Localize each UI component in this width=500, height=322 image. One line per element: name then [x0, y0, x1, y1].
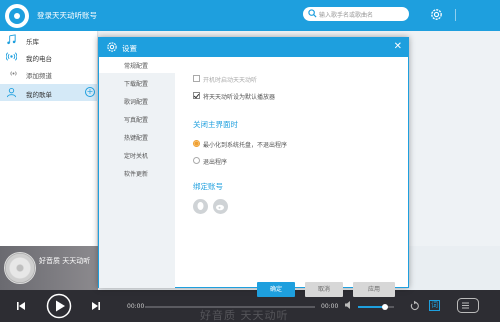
- app-header: 登录天天动听账号 输入歌手名或歌曲名: [0, 0, 500, 31]
- dialog-titlebar: 设置 ✕: [99, 38, 408, 57]
- settings-gear-icon: [107, 42, 117, 52]
- apply-button[interactable]: 应用: [353, 282, 395, 297]
- tab-general[interactable]: 常规配置: [99, 57, 175, 73]
- qq-icon[interactable]: [193, 199, 208, 214]
- sidebar-item-my-radio[interactable]: 我的电台: [0, 48, 98, 65]
- settings-dialog: 设置 ✕ 常规配置 下载配置 歌词配置 写真配置 热键配置 定时关机 软件更新 …: [98, 37, 409, 297]
- tab-software-update[interactable]: 软件更新: [99, 165, 175, 181]
- ok-button[interactable]: 确定: [257, 282, 295, 297]
- login-title[interactable]: 登录天天动听账号: [37, 10, 97, 21]
- disc-icon: [4, 252, 36, 284]
- tab-download[interactable]: 下载配置: [99, 75, 175, 91]
- exit-label: 退出程序: [203, 159, 228, 166]
- dialog-title: 设置: [122, 44, 137, 53]
- settings-gear-icon[interactable]: [429, 7, 444, 22]
- weibo-icon[interactable]: [213, 199, 228, 214]
- app-logo-icon[interactable]: [5, 4, 29, 28]
- sidebar-item-my-playlist[interactable]: 我的歌单 +: [0, 84, 98, 101]
- loop-mode-icon[interactable]: [409, 300, 421, 312]
- player-watermark-text: 好音质 天天动听: [200, 309, 289, 322]
- volume-icon[interactable]: [344, 300, 354, 310]
- tab-label: 写真配置: [124, 117, 149, 124]
- search-icon: [308, 9, 317, 18]
- bind-section-title: 绑定账号: [193, 182, 223, 191]
- previous-track-icon[interactable]: [16, 301, 26, 311]
- sidebar-item-label: 乐库: [26, 38, 39, 46]
- user-icon: [6, 88, 17, 98]
- minimize-label: 最小化到系统托盘，不退出程序: [203, 142, 288, 149]
- header-divider: [455, 9, 456, 21]
- volume-slider[interactable]: [358, 304, 394, 310]
- search-input[interactable]: 输入歌手名或歌曲名: [303, 7, 409, 21]
- tab-lyrics[interactable]: 歌词配置: [99, 93, 175, 109]
- tab-label: 常规配置: [124, 63, 149, 70]
- player-bar: 00:00 00:00 好音质 天天动听 词: [0, 290, 500, 322]
- tab-label: 歌词配置: [124, 99, 149, 106]
- music-note-icon: [7, 34, 16, 45]
- cancel-button[interactable]: 取消: [305, 282, 343, 297]
- sidebar-item-label: 添加频道: [26, 72, 52, 80]
- minimize-radio[interactable]: [193, 140, 200, 147]
- total-time: 00:00: [321, 303, 339, 310]
- default-player-checkbox[interactable]: [193, 92, 200, 99]
- sidebar-item-label: 我的歌单: [26, 91, 52, 99]
- add-playlist-button[interactable]: +: [85, 87, 95, 97]
- now-playing-text: 好音质 天天动听: [39, 257, 91, 265]
- sidebar-item-add-channel[interactable]: 添加频道: [0, 65, 98, 82]
- tab-label: 下载配置: [124, 81, 149, 88]
- sidebar-item-library[interactable]: 乐库: [0, 31, 98, 48]
- radio-small-icon: [10, 71, 17, 76]
- search-placeholder: 输入歌手名或歌曲名: [319, 12, 374, 19]
- default-player-label: 将天天动听设为默认播放器: [203, 94, 276, 101]
- exit-radio[interactable]: [193, 157, 200, 164]
- next-track-icon[interactable]: [91, 301, 101, 311]
- settings-content: 开机时启动天天动听 将天天动听设为默认播放器 关闭主界面时 最小化到系统托盘，不…: [175, 57, 408, 297]
- play-button-icon[interactable]: [46, 293, 72, 319]
- lyrics-toggle-icon[interactable]: 词: [429, 300, 440, 311]
- sidebar: 乐库 我的电台 添加频道 我的歌单 +: [0, 31, 98, 246]
- tab-hotkeys[interactable]: 热键配置: [99, 129, 175, 145]
- tab-label: 定时关机: [124, 153, 149, 160]
- current-time: 00:00: [127, 303, 145, 310]
- now-playing-art[interactable]: 好音质 天天动听: [0, 246, 98, 290]
- tab-timer-shutdown[interactable]: 定时关机: [99, 147, 175, 163]
- playlist-queue-icon[interactable]: [457, 298, 479, 313]
- bind-accounts: [193, 199, 253, 215]
- tab-photo[interactable]: 写真配置: [99, 111, 175, 127]
- tab-label: 热键配置: [124, 135, 149, 142]
- settings-nav: 常规配置 下载配置 歌词配置 写真配置 热键配置 定时关机 软件更新: [99, 57, 175, 288]
- close-icon[interactable]: ✕: [394, 41, 402, 53]
- startup-checkbox[interactable]: [193, 75, 200, 82]
- tab-label: 软件更新: [124, 171, 149, 178]
- close-section-title: 关闭主界面时: [193, 120, 238, 129]
- startup-label: 开机时启动天天动听: [203, 77, 258, 84]
- radio-icon: [6, 52, 17, 61]
- sidebar-item-label: 我的电台: [26, 55, 52, 63]
